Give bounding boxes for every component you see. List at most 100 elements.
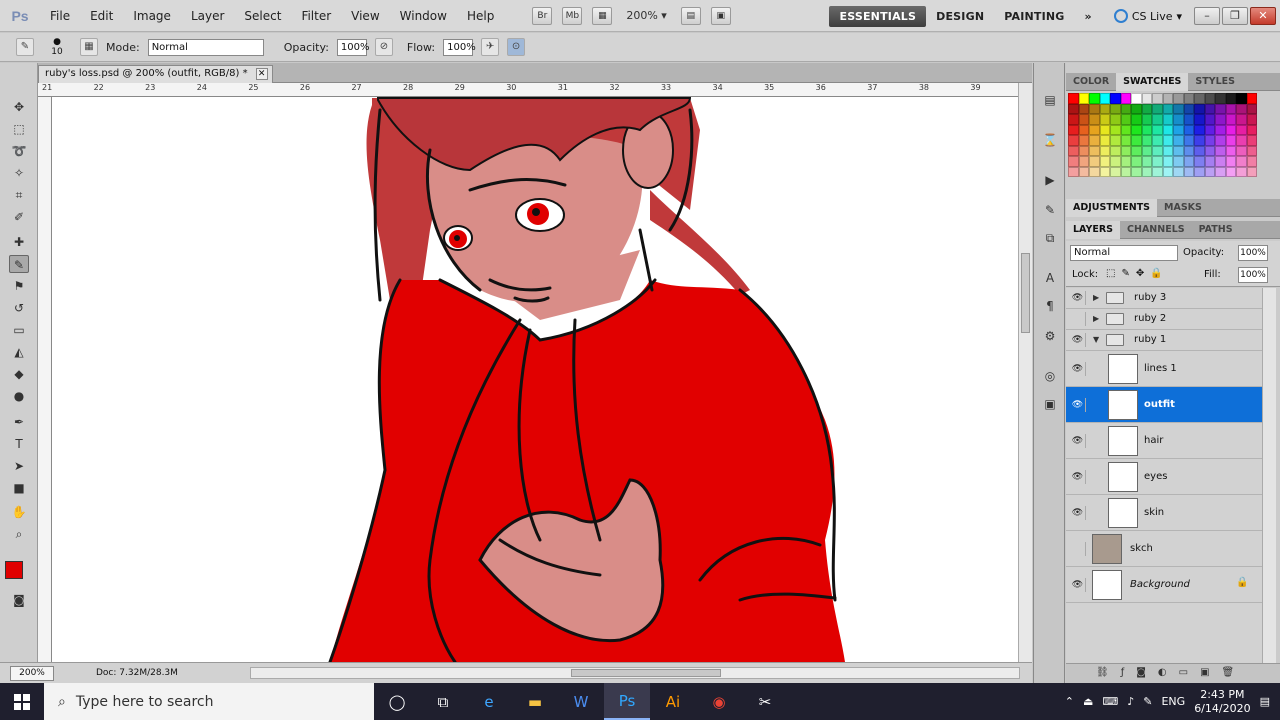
paragraph-panel-icon[interactable]: ¶ [1041, 297, 1059, 315]
swatch-cell[interactable] [1141, 114, 1152, 125]
screen-mode-icon[interactable]: ▣ [710, 6, 731, 25]
layer-row-ruby-2[interactable]: 👁 ▶ ruby 2 [1066, 309, 1262, 330]
swatch-cell[interactable] [1120, 166, 1131, 177]
file-explorer-icon[interactable]: ▬ [512, 683, 558, 720]
swatch-cell[interactable] [1099, 93, 1110, 104]
task-view-icon[interactable]: ⧉ [420, 683, 466, 720]
photoshop-taskbar-icon[interactable]: Ps [604, 683, 650, 720]
tray-network-icon[interactable]: ⌨ [1102, 695, 1118, 708]
swatch-cell[interactable] [1089, 135, 1100, 146]
measurement-panel-icon[interactable]: ▣ [1041, 395, 1059, 413]
taskbar-search-box[interactable]: ⌕ Type here to search [44, 683, 374, 720]
type-tool-icon[interactable]: T [9, 435, 29, 453]
swatch-cell[interactable] [1141, 166, 1152, 177]
history-panel-icon[interactable]: ⌛ [1041, 131, 1059, 149]
swatch-cell[interactable] [1194, 135, 1205, 146]
menu-filter[interactable]: Filter [291, 9, 341, 23]
swatch-cell[interactable] [1120, 103, 1131, 114]
layer-row-background[interactable]: 👁 Background 🔒 [1066, 567, 1262, 603]
swatch-cell[interactable] [1173, 103, 1184, 114]
menu-edit[interactable]: Edit [80, 9, 123, 23]
swatch-cell[interactable] [1120, 93, 1131, 104]
swatch-cell[interactable] [1183, 166, 1194, 177]
menu-view[interactable]: View [341, 9, 389, 23]
character-panel-icon[interactable]: A [1041, 269, 1059, 287]
swatch-cell[interactable] [1236, 93, 1247, 104]
lock-icons[interactable]: ⬚✎✥🔒 [1106, 268, 1169, 279]
swatch-cell[interactable] [1215, 103, 1226, 114]
swatch-cell[interactable] [1215, 166, 1226, 177]
swatch-cell[interactable] [1120, 124, 1131, 135]
swatch-cell[interactable] [1131, 156, 1142, 167]
tab-masks[interactable]: MASKS [1157, 199, 1209, 217]
bridge-button[interactable]: Br [532, 6, 553, 25]
swatch-cell[interactable] [1162, 135, 1173, 146]
swatch-cell[interactable] [1152, 114, 1163, 125]
swatch-cell[interactable] [1162, 166, 1173, 177]
swatch-cell[interactable] [1120, 156, 1131, 167]
swatch-cell[interactable] [1099, 124, 1110, 135]
visibility-eye-icon[interactable]: 👁 [1070, 398, 1086, 412]
canvas-horizontal-scrollbar[interactable] [250, 667, 1020, 679]
brush-tool-icon[interactable]: ✎ [9, 255, 29, 273]
swatch-cell[interactable] [1236, 156, 1247, 167]
swatch-cell[interactable] [1110, 135, 1121, 146]
visibility-eye-icon[interactable]: 👁 [1070, 362, 1086, 376]
close-document-icon[interactable]: ✕ [255, 68, 268, 80]
swatch-cell[interactable] [1089, 145, 1100, 156]
swatch-cell[interactable] [1194, 93, 1205, 104]
swatch-cell[interactable] [1068, 145, 1079, 156]
crop-tool-icon[interactable]: ⌗ [9, 186, 29, 204]
swatch-cell[interactable] [1215, 114, 1226, 125]
tab-adjustments[interactable]: ADJUSTMENTS [1066, 198, 1158, 217]
fill-field[interactable]: 100% [1238, 267, 1268, 283]
tab-swatches[interactable]: SWATCHES [1116, 72, 1189, 91]
zoom-level-select[interactable]: 200% ▾ [622, 9, 670, 22]
tab-layers[interactable]: LAYERS [1066, 220, 1121, 239]
swatch-cell[interactable] [1204, 114, 1215, 125]
swatch-cell[interactable] [1078, 103, 1089, 114]
tab-paths[interactable]: PATHS [1192, 221, 1240, 239]
swatch-cell[interactable] [1152, 166, 1163, 177]
horizontal-scroll-thumb[interactable] [571, 669, 721, 677]
snipping-tool-icon[interactable]: ✂ [742, 683, 788, 720]
swatch-cell[interactable] [1110, 103, 1121, 114]
swatch-cell[interactable] [1246, 156, 1257, 167]
swatch-cell[interactable] [1110, 124, 1121, 135]
swatch-cell[interactable] [1131, 124, 1142, 135]
swatch-cell[interactable] [1099, 103, 1110, 114]
swatch-cell[interactable] [1246, 103, 1257, 114]
swatch-cell[interactable] [1204, 103, 1215, 114]
swatch-cell[interactable] [1236, 124, 1247, 135]
visibility-eye-icon[interactable]: 👁 [1070, 434, 1086, 448]
layer-row-eyes[interactable]: 👁 eyes [1066, 459, 1262, 495]
swatch-cell[interactable] [1194, 114, 1205, 125]
swatch-cell[interactable] [1204, 145, 1215, 156]
visibility-eye-icon[interactable]: 👁 [1070, 578, 1086, 592]
status-zoom-field[interactable]: 200% [10, 665, 54, 681]
quick-mask-icon[interactable]: ◙ [9, 591, 29, 609]
swatch-cell[interactable] [1194, 124, 1205, 135]
swatch-cell[interactable] [1099, 156, 1110, 167]
tab-styles[interactable]: STYLES [1188, 73, 1242, 91]
swatch-cell[interactable] [1068, 114, 1079, 125]
swatch-cell[interactable] [1194, 166, 1205, 177]
swatch-cell[interactable] [1173, 114, 1184, 125]
illustrator-icon[interactable]: Ai [650, 683, 696, 720]
swatch-cell[interactable] [1110, 145, 1121, 156]
swatch-cell[interactable] [1078, 156, 1089, 167]
layer-row-skch[interactable]: 👁 skch [1066, 531, 1262, 567]
swatch-cell[interactable] [1110, 156, 1121, 167]
swatch-cell[interactable] [1131, 114, 1142, 125]
swatch-cell[interactable] [1099, 145, 1110, 156]
blur-tool-icon[interactable]: ◆ [9, 365, 29, 383]
swatch-cell[interactable] [1089, 93, 1100, 104]
tab-color[interactable]: COLOR [1066, 73, 1116, 91]
swatch-cell[interactable] [1215, 135, 1226, 146]
document-canvas[interactable] [52, 97, 1018, 662]
swatch-cell[interactable] [1215, 145, 1226, 156]
layer-row-ruby-3[interactable]: 👁 ▶ ruby 3 [1066, 288, 1262, 309]
swatch-cell[interactable] [1162, 145, 1173, 156]
zoom-tool-icon[interactable]: ⌕ [9, 525, 29, 543]
swatch-cell[interactable] [1225, 145, 1236, 156]
